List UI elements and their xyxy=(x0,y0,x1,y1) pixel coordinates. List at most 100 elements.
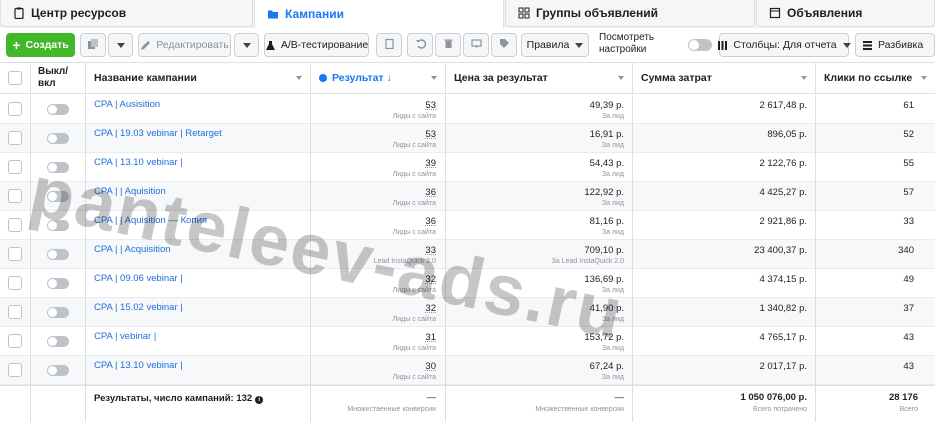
breakdown-button[interactable]: Разбивка xyxy=(855,33,935,57)
edit-button[interactable]: Редактировать xyxy=(138,33,231,57)
column-menu-icon[interactable] xyxy=(618,76,624,80)
campaign-toggle[interactable] xyxy=(47,162,69,173)
column-menu-icon[interactable] xyxy=(431,76,437,80)
campaign-name-link[interactable]: CPA | | Aquisition — Копия xyxy=(94,215,207,226)
header-clicks[interactable]: Клики по ссылке xyxy=(816,63,935,93)
spend-value: 4 374,15 р. xyxy=(759,274,807,285)
result-value[interactable]: 36 xyxy=(425,216,436,227)
clicks-value: 49 xyxy=(903,274,914,285)
table-row[interactable]: CPA | 15.02 vebinar | 32 Лиды с сайта 41,90… xyxy=(0,298,935,327)
row-checkbox[interactable] xyxy=(8,189,22,203)
campaign-toggle[interactable] xyxy=(47,365,69,376)
row-toggle-cell xyxy=(31,298,86,327)
spend-value: 4 765,17 р. xyxy=(759,332,807,343)
tag-button[interactable] xyxy=(491,33,517,57)
tab-ads[interactable]: Объявления xyxy=(756,0,935,27)
edit-dropdown-button[interactable] xyxy=(234,33,259,57)
select-all-checkbox[interactable] xyxy=(8,71,22,85)
table-footer: Результаты, число кампаний: 132 i — Множест… xyxy=(0,385,935,422)
preview-button[interactable] xyxy=(463,33,489,57)
campaign-toggle[interactable] xyxy=(47,191,69,202)
table-row[interactable]: CPA | 13.10 vebinar | 39 Лиды с сайта 54,43… xyxy=(0,153,935,182)
campaign-name-link[interactable]: CPA | 15.02 vebinar | xyxy=(94,302,183,313)
campaign-name-link[interactable]: CPA | Ausisition xyxy=(94,99,160,110)
tab-campaigns[interactable]: Кампании xyxy=(254,0,504,28)
duplicate-button[interactable] xyxy=(80,33,106,57)
row-checkbox[interactable] xyxy=(8,334,22,348)
campaign-name-link[interactable]: CPA | 13.10 vebinar | xyxy=(94,360,183,371)
row-select-cell xyxy=(0,124,31,153)
campaign-name-link[interactable]: CPA | 13.10 vebinar | xyxy=(94,157,183,168)
result-value[interactable]: 33 xyxy=(425,245,436,256)
result-value[interactable]: 39 xyxy=(425,158,436,169)
duplicate-dropdown-button[interactable] xyxy=(108,33,133,57)
cost-value: 49,39 р. xyxy=(589,100,624,111)
column-menu-icon[interactable] xyxy=(296,76,302,80)
row-select-cell xyxy=(0,153,31,182)
table-row[interactable]: CPA | 13.10 vebinar | 30 Лиды с сайта 67,24… xyxy=(0,356,935,385)
row-result-cell: 32 Лиды с сайта xyxy=(311,269,446,298)
row-select-cell xyxy=(0,327,31,356)
result-value[interactable]: 32 xyxy=(425,303,436,314)
undo-button[interactable] xyxy=(407,33,433,57)
tab-ad-sets[interactable]: Группы объявлений xyxy=(505,0,755,27)
row-checkbox[interactable] xyxy=(8,247,22,261)
result-value[interactable]: 32 xyxy=(425,274,436,285)
spend-value: 2 617,48 р. xyxy=(759,100,807,111)
table-row[interactable]: CPA | Ausisition 53 Лиды с сайта 49,39 р. За… xyxy=(0,95,935,124)
campaign-toggle[interactable] xyxy=(47,104,69,115)
create-button[interactable]: + Создать xyxy=(6,33,75,57)
campaign-toggle[interactable] xyxy=(47,249,69,260)
campaign-toggle[interactable] xyxy=(47,307,69,318)
header-campaign-name[interactable]: Название кампании xyxy=(86,63,311,93)
row-checkbox[interactable] xyxy=(8,102,22,116)
campaign-name-link[interactable]: CPA | vebinar | xyxy=(94,331,156,342)
table-row[interactable]: CPA | 19.03 vebinar | Retarget 53 Лиды с с… xyxy=(0,124,935,153)
table-row[interactable]: CPA | | Acquisition 33 Lead InstaQuick 2.0… xyxy=(0,240,935,269)
campaign-name-link[interactable]: CPA | 19.03 vebinar | Retarget xyxy=(94,128,222,139)
table-row[interactable]: CPA | | Aquisition 36 Лиды с сайта 122,92 р… xyxy=(0,182,935,211)
result-value[interactable]: 53 xyxy=(425,129,436,140)
column-menu-icon[interactable] xyxy=(801,76,807,80)
spend-value: 2 017,17 р. xyxy=(759,361,807,372)
campaign-name-link[interactable]: CPA | | Acquisition xyxy=(94,244,171,255)
campaign-name-link[interactable]: CPA | | Aquisition xyxy=(94,186,166,197)
column-menu-icon[interactable] xyxy=(921,76,927,80)
pencil-icon xyxy=(140,40,151,51)
table-row[interactable]: CPA | vebinar | 31 Лиды с сайта 153,72 р. За… xyxy=(0,327,935,356)
tab-resource-center[interactable]: Центр ресурсов xyxy=(0,0,253,27)
row-checkbox[interactable] xyxy=(8,131,22,145)
result-value[interactable]: 31 xyxy=(425,332,436,343)
result-value[interactable]: 30 xyxy=(425,361,436,372)
delete-button[interactable] xyxy=(435,33,461,57)
campaign-toggle[interactable] xyxy=(47,278,69,289)
cost-type: За лид xyxy=(601,287,624,294)
table-row[interactable]: CPA | 09.06 vebinar | 32 Лиды с сайта 136,6… xyxy=(0,269,935,298)
row-clicks-cell: 57 xyxy=(816,182,935,211)
ab-test-button[interactable]: A/B-тестирование xyxy=(264,33,369,57)
row-checkbox[interactable] xyxy=(8,160,22,174)
columns-button[interactable]: Столбцы: Для отчета xyxy=(718,33,851,57)
header-spend[interactable]: Сумма затрат xyxy=(633,63,816,93)
info-icon[interactable]: i xyxy=(255,396,264,404)
result-type: Лиды с сайта xyxy=(392,229,436,236)
row-checkbox[interactable] xyxy=(8,363,22,377)
campaign-toggle[interactable] xyxy=(47,133,69,144)
ab-test-label: A/B-тестирование xyxy=(280,39,369,51)
row-checkbox[interactable] xyxy=(8,305,22,319)
row-checkbox[interactable] xyxy=(8,218,22,232)
header-cost[interactable]: Цена за результат xyxy=(446,63,633,93)
view-settings-toggle[interactable] xyxy=(688,39,712,51)
row-spend-cell: 2 017,17 р. xyxy=(633,356,816,385)
rules-button[interactable]: Правила xyxy=(521,33,589,57)
row-checkbox[interactable] xyxy=(8,276,22,290)
campaign-toggle[interactable] xyxy=(47,336,69,347)
campaign-name-link[interactable]: CPA | 09.06 vebinar | xyxy=(94,273,183,284)
table-row[interactable]: CPA | | Aquisition — Копия 36 Лиды с сайта… xyxy=(0,211,935,240)
result-value[interactable]: 36 xyxy=(425,187,436,198)
header-result[interactable]: Результат ↓ xyxy=(311,63,446,93)
result-value[interactable]: 53 xyxy=(425,100,436,111)
clicks-value: 43 xyxy=(903,332,914,343)
archive-button[interactable] xyxy=(376,33,402,57)
campaign-toggle[interactable] xyxy=(47,220,69,231)
